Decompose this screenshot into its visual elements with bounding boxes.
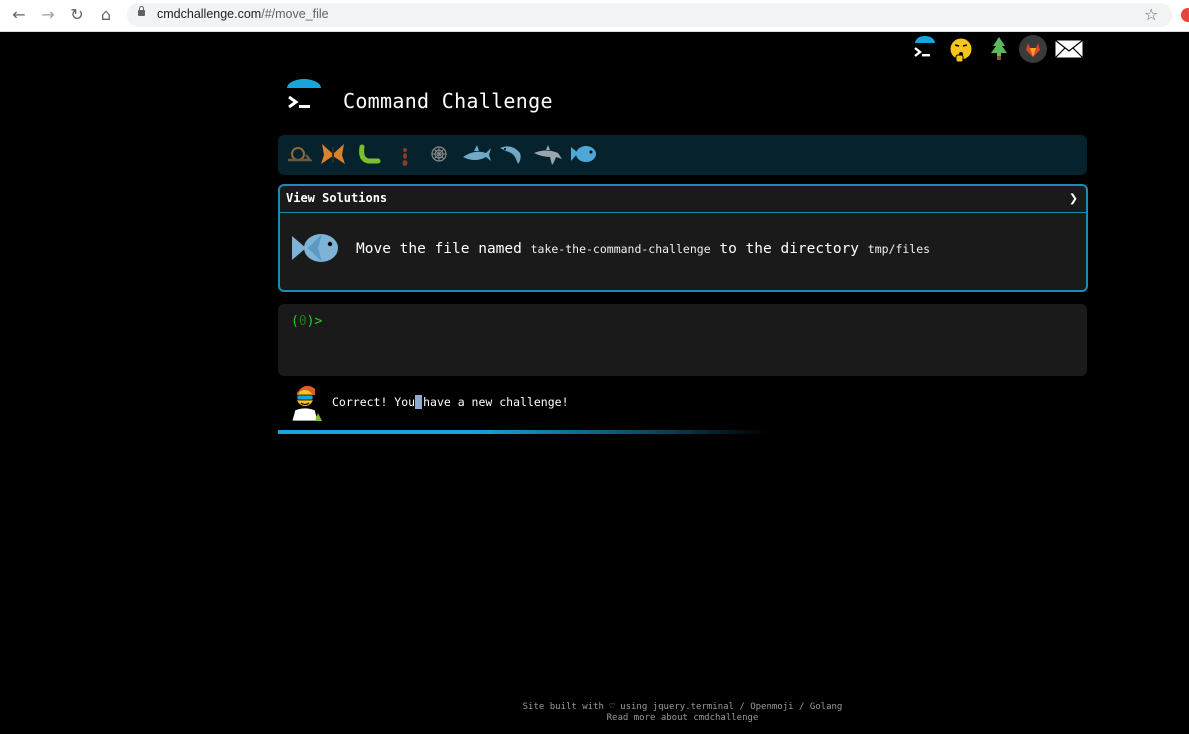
view-solutions-label: View Solutions — [286, 191, 388, 205]
prompt-close: )> — [306, 314, 323, 329]
snail-icon[interactable] — [284, 139, 314, 169]
home-icon[interactable]: ⌂ — [95, 5, 117, 25]
chevron-right-icon: ❯ — [1068, 189, 1078, 207]
footer-read-more-link[interactable]: Read more about cmdchallenge — [0, 713, 1189, 724]
secret-face-icon[interactable] — [947, 34, 977, 64]
status-message: Correct! You have a new challenge! — [332, 395, 569, 409]
challenge-card: View Solutions ❯ Move the file named tak… — [278, 184, 1088, 292]
scientist-icon — [291, 385, 322, 421]
browser-toolbar: ← → ↻ ⌂ cmdchallenge.com/#/move_file ☆ — [0, 0, 1189, 32]
tree-icon[interactable] — [984, 34, 1014, 64]
challenge-dir-name: tmp/files — [867, 242, 931, 256]
site-logo-icon[interactable] — [284, 78, 324, 118]
star-icon[interactable]: ☆ — [1144, 5, 1158, 25]
fish-icon[interactable] — [568, 139, 598, 169]
view-solutions-toggle[interactable]: View Solutions ❯ — [280, 186, 1086, 213]
ant-icon[interactable] — [390, 139, 420, 169]
url-host: cmdchallenge.com — [157, 7, 262, 21]
address-bar[interactable]: cmdchallenge.com/#/move_file — [127, 3, 1172, 27]
dolphin-2-icon[interactable] — [532, 139, 564, 169]
status-text-before: Correct! You — [332, 395, 416, 409]
butterfly-icon[interactable] — [318, 139, 348, 169]
caterpillar-icon[interactable] — [354, 139, 384, 169]
terminal[interactable]: (0)> — [278, 304, 1087, 376]
status-text-after: have a new challenge! — [423, 395, 569, 409]
url-path: /#/move_file — [261, 7, 329, 21]
lock-icon — [138, 6, 145, 16]
extension-icon[interactable] — [1181, 8, 1189, 22]
back-icon[interactable]: ← — [8, 5, 30, 25]
prompt-num: 0 — [298, 314, 307, 329]
terminal-logo-icon[interactable] — [910, 34, 940, 64]
challenge-description: Move the file named take-the-command-cha… — [356, 241, 930, 257]
footer: Site built with ♡ using jquery.terminal … — [0, 702, 1189, 724]
footer-credits[interactable]: Site built with ♡ using jquery.terminal … — [0, 702, 1189, 713]
prompt-open: ( — [291, 314, 299, 329]
forward-icon[interactable]: → — [37, 5, 59, 25]
mail-icon[interactable] — [1053, 34, 1085, 64]
terminal-cursor — [415, 395, 423, 409]
shark-icon[interactable] — [460, 139, 494, 169]
challenge-file-name: take-the-command-challenge — [530, 242, 711, 256]
url-text[interactable]: cmdchallenge.com/#/move_file — [157, 7, 329, 21]
spider-web-icon[interactable] — [424, 139, 454, 169]
page-title: Command Challenge — [343, 89, 553, 113]
reload-icon[interactable]: ↻ — [66, 5, 88, 25]
dolphin-icon[interactable] — [496, 139, 526, 169]
challenge-text-middle: to the directory — [710, 241, 868, 257]
fish-icon — [292, 234, 338, 262]
challenge-text-before: Move the file named — [356, 241, 531, 257]
badge-bar — [278, 135, 1087, 175]
terminal-prompt[interactable]: (0)> — [291, 314, 322, 329]
gitlab-icon[interactable] — [1018, 34, 1048, 64]
progress-bar — [278, 430, 768, 434]
